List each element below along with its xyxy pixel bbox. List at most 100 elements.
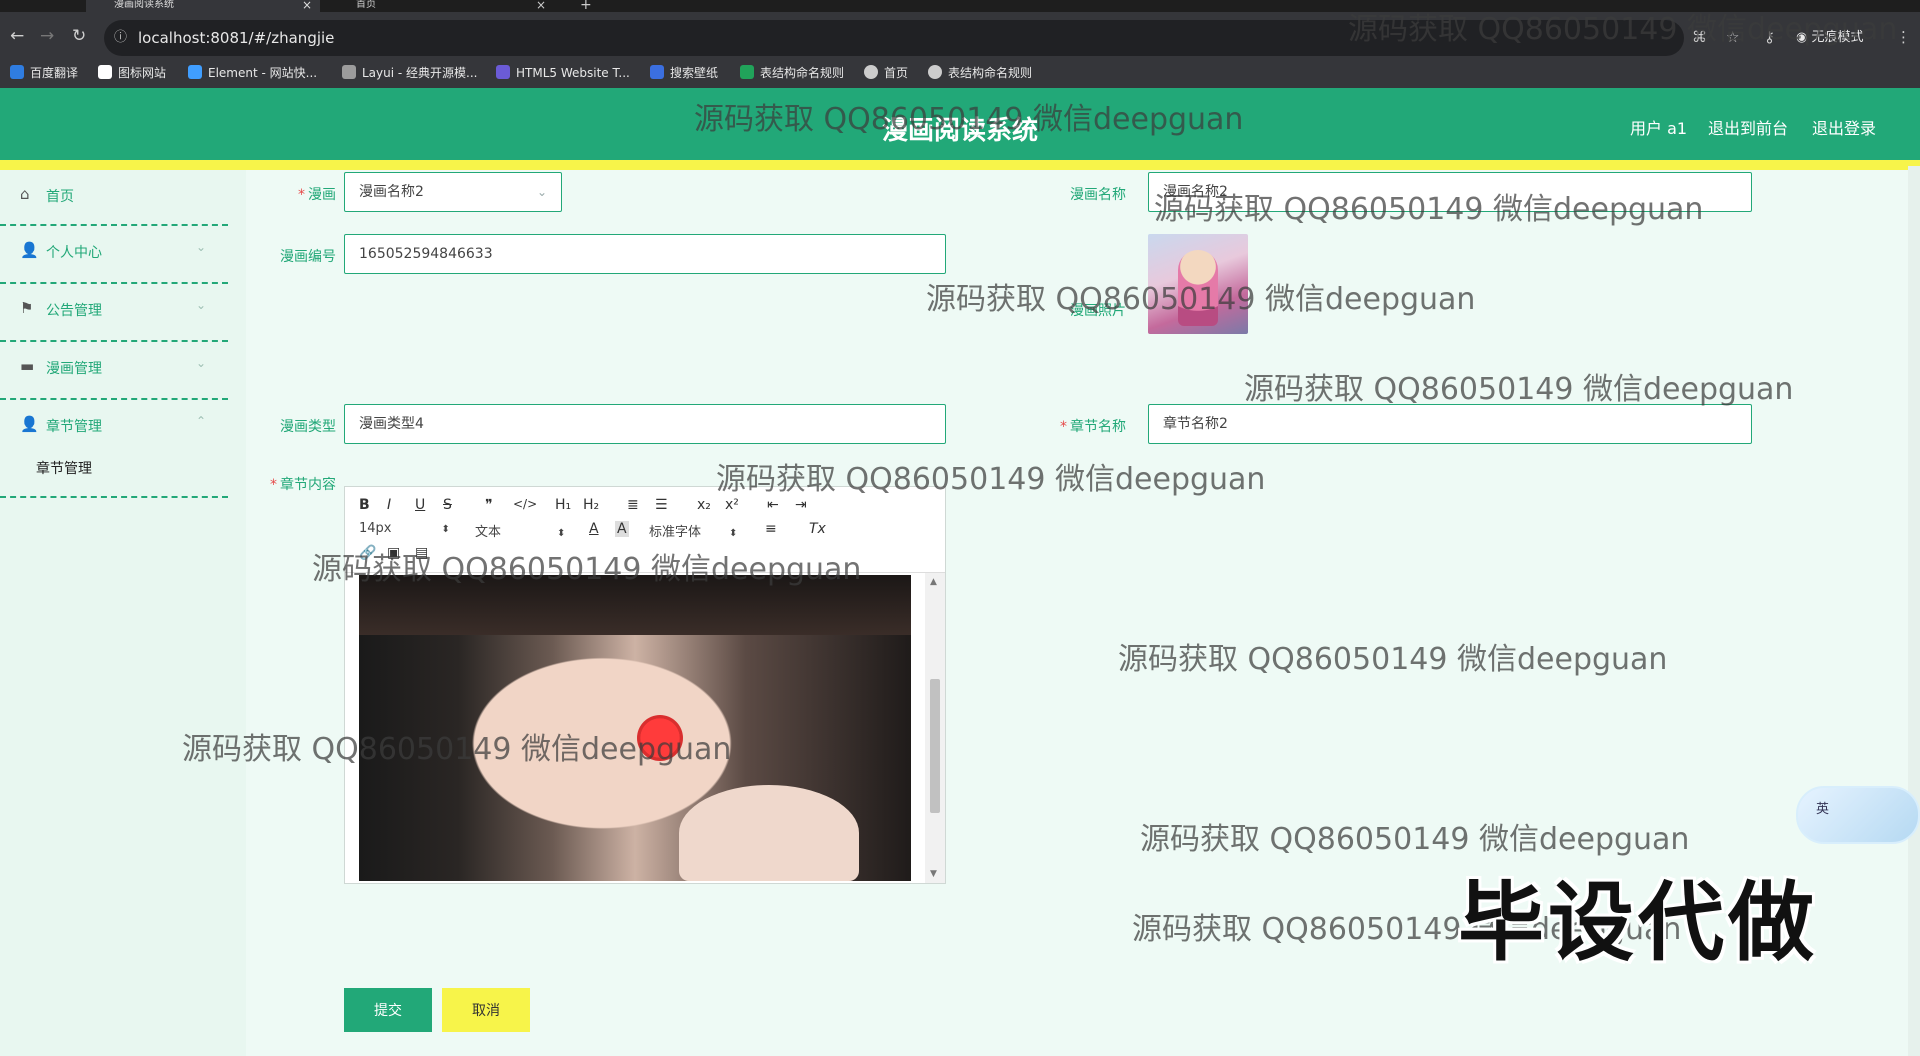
subscript-icon[interactable]: x₂: [697, 497, 711, 513]
header1-icon[interactable]: H₁: [555, 497, 571, 513]
bookmark-label: HTML5 Website T...: [516, 66, 630, 80]
align-icon[interactable]: ≡: [765, 521, 777, 537]
text-style-select[interactable]: 文本 ⬍: [475, 521, 565, 540]
user-icon: 👤: [20, 241, 39, 259]
ime-indicator[interactable]: 英: [1796, 786, 1920, 844]
italic-icon[interactable]: I: [387, 497, 391, 513]
ordered-list-icon[interactable]: ≣: [627, 497, 639, 513]
bookmark-label: 百度翻译: [30, 66, 79, 80]
logout-link[interactable]: 退出登录: [1812, 115, 1876, 139]
font-size-select[interactable]: 14px ⬍: [359, 521, 450, 536]
blockquote-icon[interactable]: ❞: [485, 497, 493, 513]
bookmark-item[interactable]: 图标网站: [98, 62, 166, 84]
clear-format-icon[interactable]: Tx: [809, 521, 826, 537]
underline-icon[interactable]: U: [415, 497, 425, 513]
superscript-icon[interactable]: x²: [725, 497, 739, 513]
select-arrows-icon: ⬍: [557, 528, 566, 539]
bold-icon[interactable]: B: [359, 497, 370, 513]
page-scrollbar[interactable]: [1908, 166, 1920, 1056]
manhua-select-value: 漫画名称2: [359, 184, 424, 200]
tab-close-icon[interactable]: ×: [536, 0, 546, 11]
sidebar-item-label: 漫画管理: [46, 361, 102, 377]
chevron-up-icon: ⌃: [196, 414, 207, 428]
manhua-type-field[interactable]: 漫画类型4: [344, 404, 946, 444]
watermark-text: 源码获取 QQ86050149 微信deepguan: [182, 732, 732, 767]
menu-icon[interactable]: ⋮: [1896, 28, 1911, 46]
bookmark-favicon-icon: [10, 65, 24, 79]
chevron-down-icon: ⌄: [536, 185, 547, 199]
watermark-text: 源码获取 QQ86050149 微信deepguan: [312, 552, 862, 587]
scroll-down-icon[interactable]: ▼: [930, 869, 937, 879]
manhua-select[interactable]: 漫画名称2 ⌄: [344, 172, 562, 212]
sidebar-item-chapters[interactable]: 👤 章节管理 ⌃: [0, 400, 228, 440]
bookmark-favicon-icon: [342, 65, 356, 79]
background-color-icon[interactable]: A: [615, 521, 629, 537]
bookmarks-bar: 百度翻译 图标网站 Element - 网站快... Layui - 经典开源模…: [0, 58, 1920, 88]
url-text: localhost:8081/#/zhangjie: [138, 29, 335, 47]
outdent-icon[interactable]: ⇤: [767, 497, 779, 513]
chapter-content-label: * 章节内容: [270, 477, 336, 493]
chapter-name-label: * 章节名称: [1060, 419, 1126, 435]
font-color-icon[interactable]: A: [589, 521, 599, 537]
forward-icon[interactable]: →: [40, 26, 54, 46]
bookmark-favicon-icon: [496, 65, 510, 79]
tab-title: 首页: [356, 0, 376, 10]
sidebar-item-home[interactable]: ⌂ 首页: [0, 170, 228, 226]
bookmark-label: 搜索壁纸: [670, 66, 719, 80]
sidebar-item-profile[interactable]: 👤 个人中心 ⌄: [0, 226, 228, 284]
editor-scrollbar[interactable]: ▲ ▼: [925, 573, 945, 883]
bookmark-label: 首页: [884, 66, 909, 80]
tab-active[interactable]: 漫画阅读系统 ×: [86, 0, 320, 12]
ime-label: 英: [1816, 802, 1830, 817]
back-icon[interactable]: ←: [10, 26, 24, 46]
new-tab-button[interactable]: +: [572, 0, 602, 12]
site-info-icon[interactable]: ⓘ: [114, 20, 127, 56]
bookmark-item[interactable]: 搜索壁纸: [650, 62, 718, 84]
bookmark-favicon-icon: [928, 65, 942, 79]
manhua-type-value: 漫画类型4: [359, 416, 424, 432]
chevron-down-icon: ⌄: [196, 298, 207, 312]
strikethrough-icon[interactable]: S: [443, 497, 452, 513]
code-block-icon[interactable]: </>: [513, 497, 537, 511]
scroll-up-icon[interactable]: ▲: [930, 577, 937, 587]
current-user: 用户 a1: [1630, 119, 1688, 138]
tab-inactive[interactable]: 首页 ×: [328, 0, 554, 12]
bookmark-item[interactable]: Layui - 经典开源模...: [342, 62, 477, 84]
chapter-name-field[interactable]: 章节名称2: [1148, 404, 1752, 444]
bookmark-item[interactable]: 首页: [864, 62, 908, 84]
bullet-list-icon[interactable]: ☰: [655, 497, 668, 513]
manhua-label: * 漫画: [298, 187, 336, 203]
watermark-text: 源码获取 QQ86050149 微信deepguan: [694, 102, 1244, 137]
bookmark-label: 图标网站: [118, 66, 167, 80]
sidebar: ⌂ 首页 👤 个人中心 ⌄ ⚑ 公告管理 ⌄ ▬ 漫画管理 ⌄ 👤 章节管理 ⌃…: [0, 170, 230, 1056]
font-size-value: 14px: [359, 521, 392, 536]
watermark-text: 源码获取 QQ86050149 微信deepguan: [716, 462, 1266, 497]
manhua-number-field[interactable]: 165052594846633: [344, 234, 946, 274]
scrollbar-thumb[interactable]: [930, 679, 940, 813]
sidebar-subitem-chapters[interactable]: 章节管理: [0, 438, 228, 498]
chevron-down-icon: ⌄: [196, 356, 207, 370]
header2-icon[interactable]: H₂: [583, 497, 599, 513]
submit-button[interactable]: 提交: [344, 988, 432, 1032]
bookmark-item[interactable]: 百度翻译: [10, 62, 78, 84]
bookmark-favicon-icon: [188, 65, 202, 79]
cancel-button[interactable]: 取消: [442, 988, 530, 1032]
bookmark-item[interactable]: 表结构命名规则: [740, 62, 844, 84]
sidebar-item-manga[interactable]: ▬ 漫画管理 ⌄: [0, 342, 228, 400]
home-icon: ⌂: [20, 185, 30, 203]
reload-icon[interactable]: ↻: [72, 26, 86, 46]
sidebar-item-announcements[interactable]: ⚑ 公告管理 ⌄: [0, 284, 228, 342]
tab-close-icon[interactable]: ×: [302, 0, 312, 11]
indent-icon[interactable]: ⇥: [795, 497, 807, 513]
bookmark-item[interactable]: Element - 网站快...: [188, 62, 317, 84]
bookmark-label: 表结构命名规则: [948, 66, 1033, 80]
sidebar-item-label: 首页: [46, 189, 74, 205]
tab-title: 漫画阅读系统: [114, 0, 174, 10]
promo-overlay-text: 毕设代做: [1458, 873, 1818, 973]
font-family-select[interactable]: 标准字体 ⬍: [649, 521, 737, 540]
exit-to-front-link[interactable]: 退出到前台: [1708, 115, 1788, 139]
bookmark-item[interactable]: 表结构命名规则: [928, 62, 1032, 84]
sidebar-subitem-label: 章节管理: [36, 461, 92, 477]
bookmark-item[interactable]: HTML5 Website T...: [496, 62, 630, 84]
flag-icon: ⚑: [20, 299, 34, 317]
